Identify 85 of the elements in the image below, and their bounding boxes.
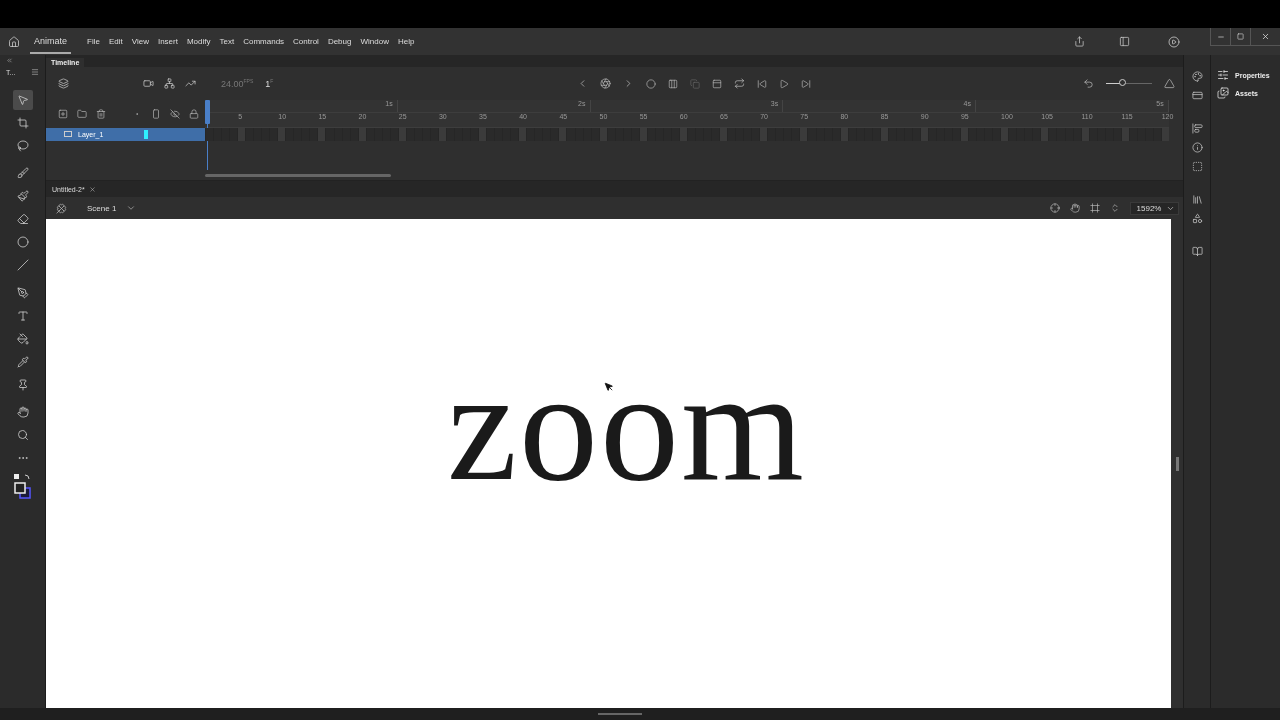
brush-icon (16, 167, 29, 179)
pen-icon (16, 286, 29, 299)
transform-icon[interactable] (1191, 161, 1203, 172)
crosshair-icon[interactable] (1050, 203, 1060, 213)
menu-item[interactable]: Help (397, 37, 415, 46)
swatches-icon[interactable] (1191, 90, 1203, 101)
images-icon (1217, 87, 1229, 99)
hierarchy-icon[interactable] (164, 78, 175, 89)
menu-item[interactable]: Commands (243, 37, 285, 46)
menu-icon[interactable] (31, 68, 39, 76)
scene-icon[interactable] (56, 202, 67, 214)
panel-icon[interactable] (1119, 36, 1130, 47)
sliders-icon (1217, 69, 1229, 81)
palette-icon[interactable] (1191, 71, 1203, 82)
close-icon (1261, 32, 1270, 41)
paintbrush-icon (16, 190, 29, 202)
frame-cells[interactable] (205, 128, 1169, 141)
menu-item[interactable]: File (87, 37, 100, 46)
frame-value[interactable]: 1 (265, 78, 271, 89)
hand-icon (16, 406, 29, 418)
undo-icon[interactable] (1083, 78, 1094, 89)
maximize-button[interactable] (1230, 28, 1250, 46)
scrollbar-thumb[interactable] (1175, 456, 1179, 471)
outline-icon[interactable] (151, 108, 161, 119)
close-icon[interactable] (88, 185, 96, 193)
onion-skin-icon[interactable] (646, 78, 657, 89)
line-icon (16, 259, 29, 271)
loop-icon[interactable] (734, 78, 746, 89)
tool-button[interactable] (12, 89, 33, 110)
app-name[interactable]: Animate (30, 29, 72, 54)
zoom-field[interactable]: 1592% (1130, 201, 1179, 215)
columns-icon[interactable] (668, 78, 679, 89)
collapse-icon[interactable] (6, 57, 13, 64)
hand-icon[interactable] (1070, 203, 1080, 213)
menu-item[interactable]: Modify (186, 37, 211, 46)
camera-icon[interactable] (143, 78, 154, 89)
book-icon[interactable] (1191, 246, 1203, 257)
stepper-icon[interactable] (1110, 203, 1120, 213)
dropdown-icon[interactable] (126, 203, 137, 213)
home-icon[interactable] (8, 35, 20, 48)
trash-icon[interactable] (96, 108, 106, 119)
mouse-cursor-icon (604, 382, 614, 392)
stage[interactable]: zoom (46, 219, 1171, 708)
share-icon[interactable] (1074, 36, 1085, 47)
menu-item[interactable]: Insert (157, 37, 178, 46)
scrollbar-thumb[interactable] (205, 173, 391, 177)
crop-icon (16, 116, 29, 129)
text-icon (16, 309, 29, 322)
slider-thumb[interactable] (1118, 79, 1126, 86)
eraser-icon (16, 213, 29, 225)
paint-bucket-icon (16, 332, 29, 345)
search-icon (16, 429, 29, 441)
eye-off-icon[interactable] (170, 108, 180, 119)
lock-icon[interactable] (189, 108, 199, 119)
shapes-icon[interactable] (1191, 213, 1203, 224)
folder-icon[interactable] (77, 108, 87, 119)
menu-item[interactable]: Debug (327, 37, 352, 46)
mountain-icon[interactable] (1164, 78, 1175, 89)
layer-color-swatch[interactable] (144, 130, 148, 139)
lasso-icon (16, 139, 29, 152)
play-icon[interactable] (1168, 35, 1180, 48)
align-icon[interactable] (1191, 123, 1203, 134)
fill-stroke-swatch-icon[interactable] (12, 473, 33, 500)
layers-icon[interactable] (58, 78, 69, 89)
menu-item[interactable]: Window (360, 37, 389, 46)
pointer-icon (16, 93, 29, 106)
play-icon[interactable] (779, 78, 790, 89)
library-icon[interactable] (1191, 194, 1203, 205)
info-icon[interactable] (1191, 142, 1203, 153)
menu-item[interactable]: Control (293, 37, 319, 46)
menu-item[interactable]: View (131, 37, 149, 46)
graph-icon[interactable] (185, 78, 196, 89)
eyedropper-icon (16, 355, 29, 368)
oval-icon (16, 236, 29, 248)
pin-icon (16, 378, 29, 391)
scene-name[interactable]: Scene 1 (87, 203, 117, 213)
step-forward-icon[interactable] (801, 78, 812, 89)
menu-item[interactable]: Text (219, 37, 235, 46)
step-back-icon[interactable] (757, 78, 768, 89)
minimize-button[interactable] (1210, 28, 1230, 46)
new-layer-icon[interactable] (58, 108, 68, 119)
layer-icon (64, 131, 72, 138)
maximize-icon (1237, 33, 1244, 40)
menu-item[interactable]: Edit (108, 37, 123, 46)
stage-text: zoom (447, 402, 806, 484)
